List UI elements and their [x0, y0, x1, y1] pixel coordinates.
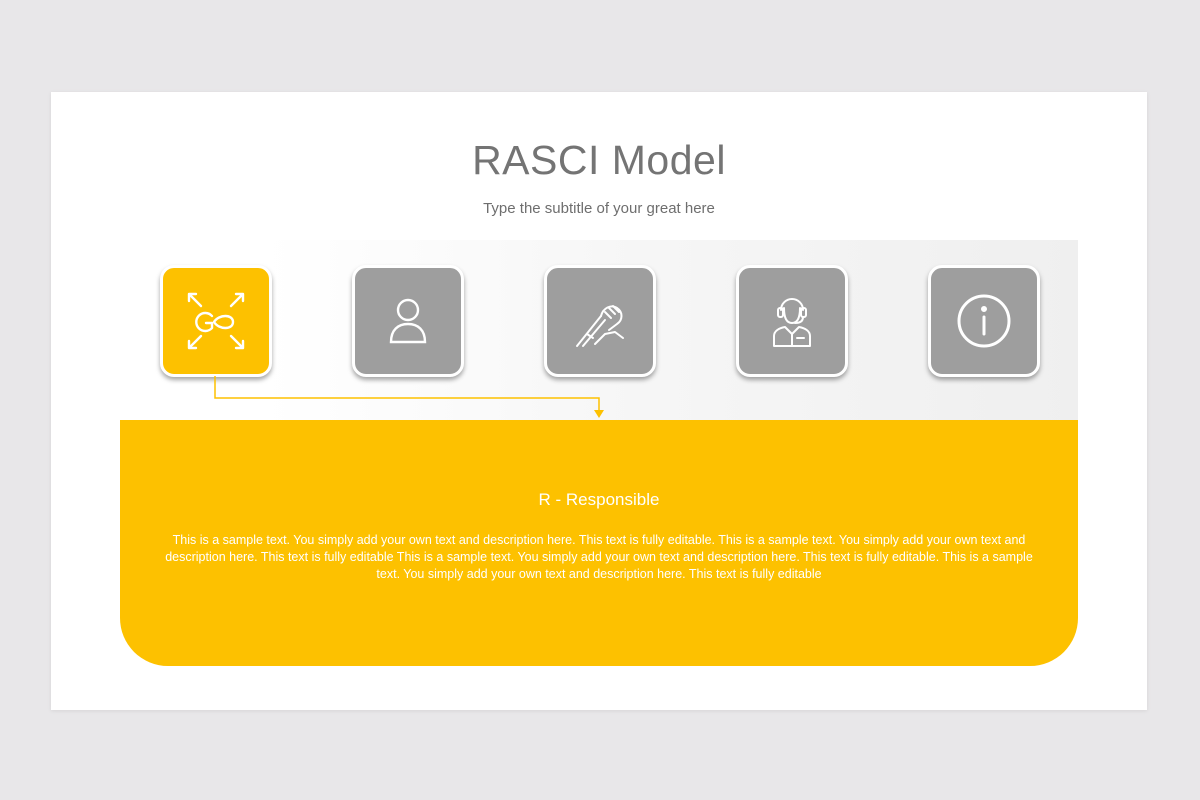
tile-responsible[interactable] — [160, 265, 272, 377]
panel-body: This is a sample text. You simply add yo… — [165, 533, 1033, 581]
slide-subtitle: Type the subtitle of your great here — [483, 200, 715, 217]
info-icon — [957, 294, 1011, 348]
go-arrows-icon — [187, 292, 245, 350]
tile-informed[interactable] — [928, 265, 1040, 377]
person-icon — [389, 298, 427, 344]
tile-consulted[interactable] — [736, 265, 848, 377]
panel-heading: R - Responsible — [538, 490, 660, 509]
slide-title: RASCI Model — [472, 137, 726, 183]
tile-accountable[interactable] — [352, 265, 464, 377]
slide: RASCI Model Type the subtitle of your gr… — [51, 92, 1147, 710]
handshake-icon — [576, 305, 624, 347]
headset-agent-icon — [773, 298, 811, 347]
tile-supportive[interactable] — [544, 265, 656, 377]
detail-panel: R - Responsible This is a sample text. Y… — [120, 420, 1078, 666]
